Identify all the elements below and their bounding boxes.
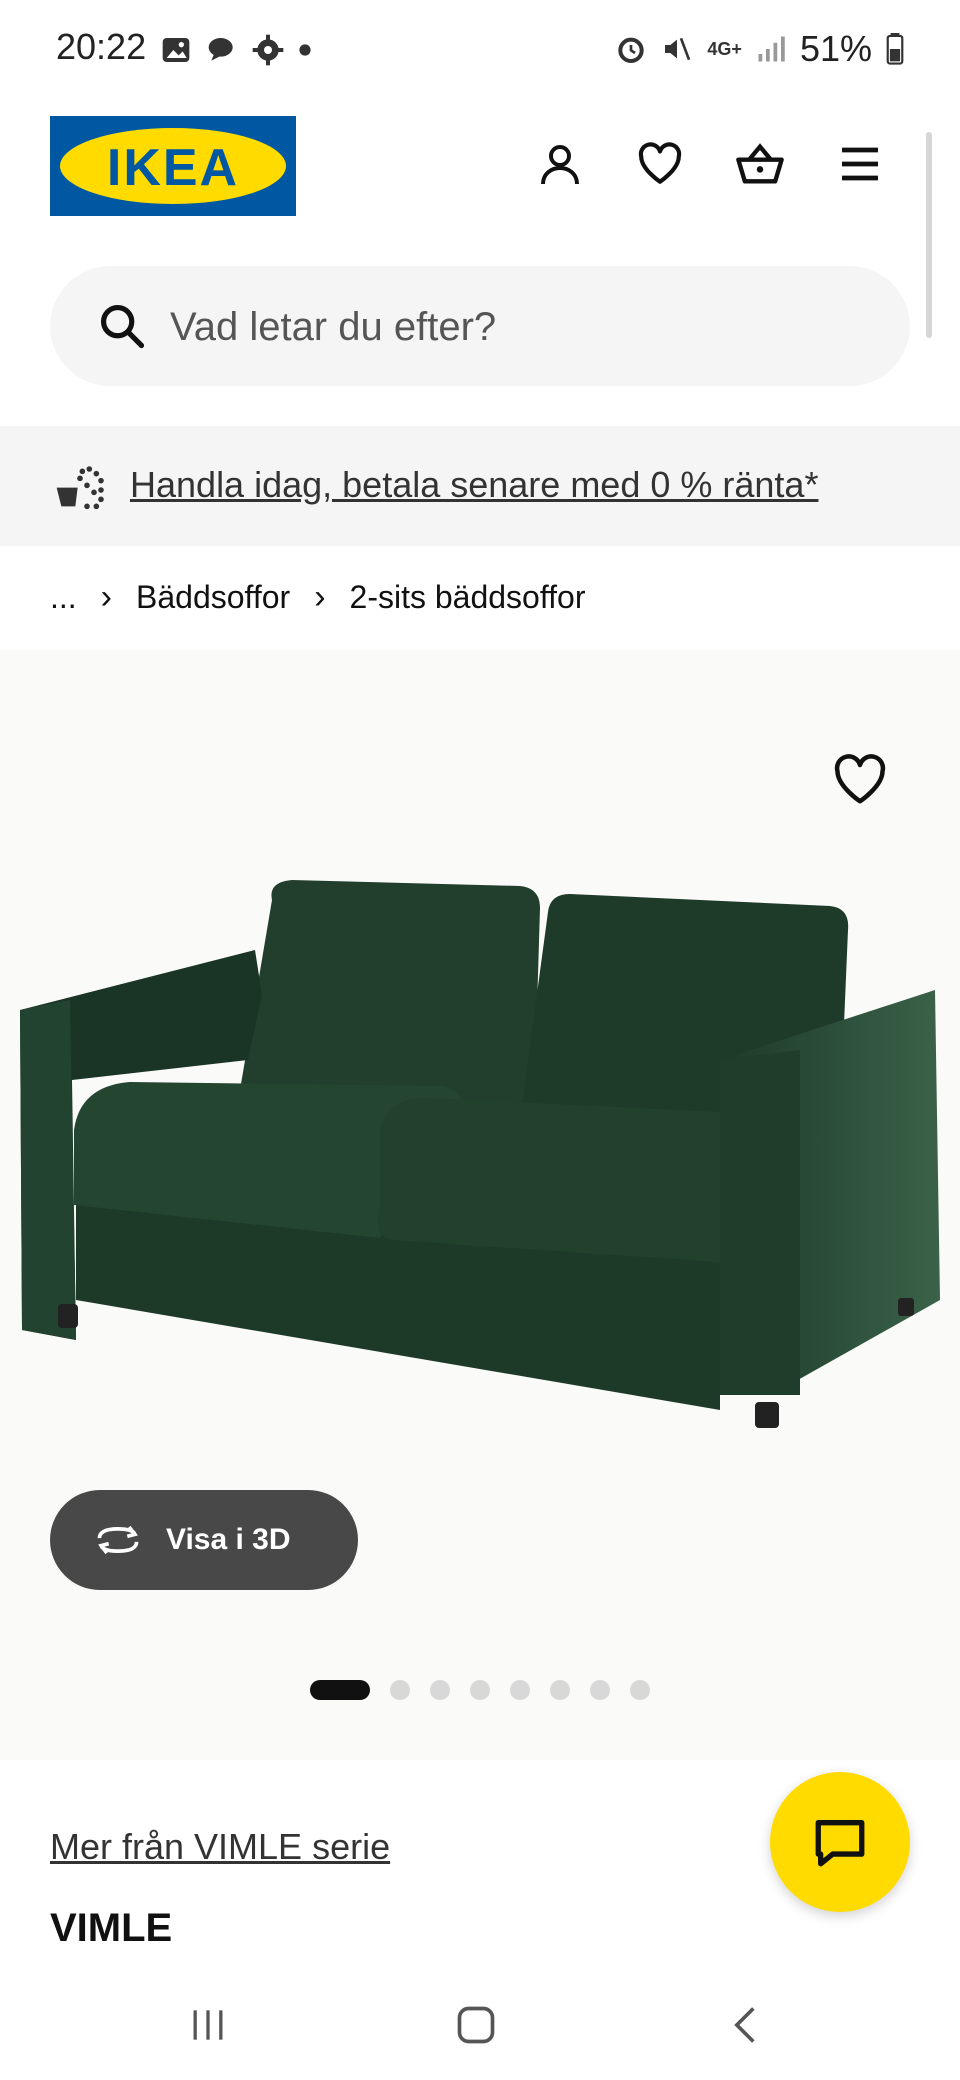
view-in-3d-button[interactable]: Visa i 3D (50, 1490, 358, 1590)
status-bar: 20:22 4G+ 51% (0, 0, 960, 100)
series-link[interactable]: Mer från VIMLE serie (50, 1826, 390, 1868)
favourites-button[interactable] (632, 136, 688, 192)
account-button[interactable] (532, 136, 588, 192)
user-icon (541, 145, 579, 185)
carousel-dot[interactable] (590, 1680, 610, 1700)
search-bar[interactable] (50, 266, 910, 388)
system-nav-bar (0, 1970, 960, 2080)
logo-text: IKEA (106, 139, 240, 197)
carousel-dot-active[interactable] (310, 1680, 370, 1700)
search-input[interactable] (168, 266, 872, 388)
carousel-dot[interactable] (390, 1680, 410, 1700)
back-icon (734, 2007, 755, 2043)
battery-percent: 51% (799, 28, 872, 69)
view-in-3d-label: Visa i 3D (166, 1523, 291, 1556)
heart-icon (834, 754, 886, 804)
ikea-logo[interactable]: IKEA (50, 116, 296, 216)
recent-apps-icon (193, 2010, 223, 2040)
recent-apps-button[interactable] (148, 1970, 268, 2080)
gallery-icon (162, 38, 190, 62)
scrollbar-thumb[interactable] (926, 132, 932, 338)
chevron-right-icon: › (314, 578, 326, 616)
network-type: 4G+ (707, 38, 742, 59)
menu-button[interactable] (832, 136, 888, 192)
breadcrumb-item-2-sits[interactable]: 2-sits bäddsoffor (350, 579, 586, 616)
cart-button[interactable] (732, 136, 788, 192)
home-button[interactable] (416, 1970, 536, 2080)
mute-icon (665, 37, 691, 61)
product-name: VIMLE (50, 1906, 173, 1950)
carousel-dot[interactable] (550, 1680, 570, 1700)
status-notification-icons (160, 34, 312, 66)
settings-gear-icon (252, 34, 284, 66)
promo-banner: Handla idag, betala senare med 0 % ränta… (0, 426, 960, 546)
product-image[interactable] (0, 650, 960, 1760)
heart-icon (638, 142, 682, 184)
carousel-dot[interactable] (470, 1680, 490, 1700)
carousel-dot[interactable] (510, 1680, 530, 1700)
chevron-right-icon: › (100, 578, 112, 616)
dot-icon (299, 44, 311, 56)
signal-icon (758, 36, 785, 62)
carousel-dot[interactable] (630, 1680, 650, 1700)
product-favourite-button[interactable] (830, 750, 890, 810)
chat-button[interactable] (770, 1772, 910, 1912)
sofa-illustration (20, 880, 940, 1428)
carousel-dot[interactable] (430, 1680, 450, 1700)
rotate-3d-icon (97, 1525, 139, 1555)
payment-basket-icon (56, 466, 104, 510)
image-carousel-indicator[interactable] (310, 1680, 650, 1700)
status-time: 20:22 (56, 26, 147, 67)
chat-bubbles-icon (208, 38, 233, 61)
hamburger-menu-icon (842, 147, 878, 181)
breadcrumb: ... › Bäddsoffor › 2-sits bäddsoffor (50, 578, 586, 617)
breadcrumb-ellipsis[interactable]: ... (50, 579, 77, 616)
back-button[interactable] (686, 1970, 806, 2080)
alarm-icon (618, 37, 645, 63)
status-system-icons: 4G+ 51% (615, 28, 904, 70)
home-icon (457, 2006, 495, 2044)
battery-icon (886, 33, 904, 65)
shopping-basket-icon (736, 143, 784, 184)
chat-icon (815, 1820, 865, 1867)
promo-link[interactable]: Handla idag, betala senare med 0 % ränta… (130, 464, 818, 506)
search-icon (100, 304, 145, 349)
breadcrumb-item-baddsoffor[interactable]: Bäddsoffor (136, 579, 290, 616)
